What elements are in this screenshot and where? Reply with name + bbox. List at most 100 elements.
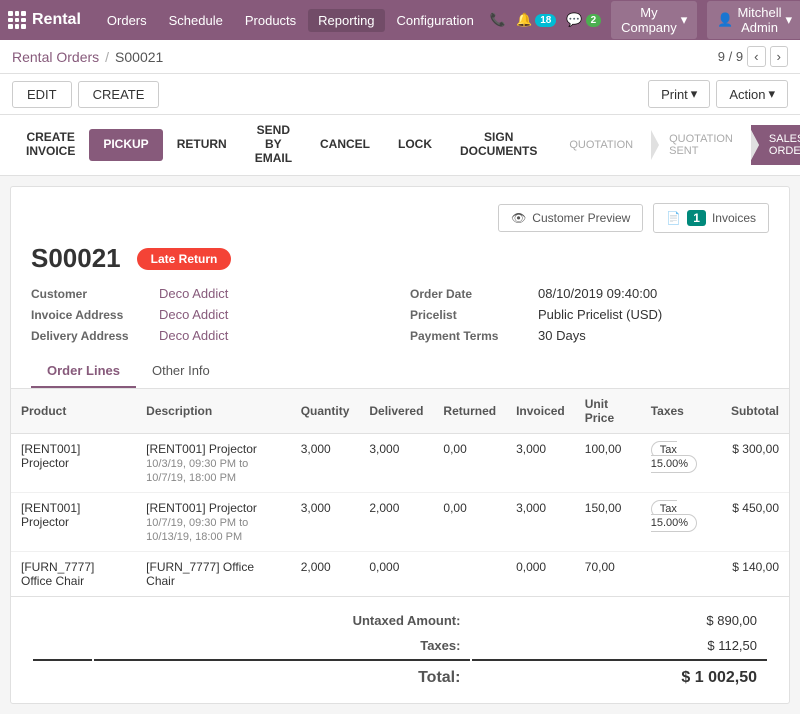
print-button[interactable]: Print ▾ [648,80,710,108]
create-button[interactable]: CREATE [78,81,160,108]
total-label: Total: [94,659,471,691]
quotation-sent-step-label: QUOTATION SENT [669,133,733,157]
company-selector[interactable]: My Company ▾ [611,1,697,39]
invoices-count: 1 [687,210,706,226]
totals-section: Untaxed Amount: $ 890,00 Taxes: $ 112,50… [11,596,789,703]
cell-subtotal: $ 140,00 [721,552,789,597]
pickup-button[interactable]: PICKUP [89,129,162,161]
next-page-button[interactable]: › [770,46,788,67]
late-return-badge: Late Return [137,248,232,270]
pricelist-label: Pricelist [410,308,530,322]
create-invoice-button[interactable]: CREATE INVOICE [12,122,89,168]
tax-badge: Tax 15.00% [651,441,697,473]
total-row: Total: $ 1 002,50 [33,659,767,691]
total-value: $ 1 002,50 [472,659,767,691]
notification-badge: 18 [535,14,556,27]
taxes-value: $ 112,50 [472,634,767,657]
payment-terms-value: 30 Days [538,328,586,343]
breadcrumb-separator: / [105,49,109,65]
cell-description: [RENT001] Projector10/7/19, 09:30 PM to … [136,493,291,552]
menu-orders[interactable]: Orders [97,9,157,32]
company-name: My Company [621,5,677,35]
col-invoiced: Invoiced [506,389,575,434]
chevron-down-icon: ▾ [691,86,698,102]
user-name: Mitchell Admin [737,5,781,35]
menu-reporting[interactable]: Reporting [308,9,384,32]
customer-value[interactable]: Deco Addict [159,286,228,301]
cell-subtotal: $ 300,00 [721,434,789,493]
customer-field: Customer Deco Addict [31,286,390,301]
order-date-label: Order Date [410,287,530,301]
phone-button[interactable]: 📞 [490,12,506,28]
untaxed-value: $ 890,00 [472,609,767,632]
cell-taxes: Tax 15.00% [641,493,721,552]
col-subtotal: Subtotal [721,389,789,434]
cell-product: [FURN_7777] Office Chair [11,552,136,597]
user-avatar-icon: 👤 [717,12,733,28]
top-navigation: Rental Orders Schedule Products Reportin… [0,0,800,40]
app-logo[interactable]: Rental [8,11,81,29]
workflow-steps: QUOTATION QUOTATION SENT SALES ORDER [551,125,800,165]
document-tabs: Order Lines Other Info [11,355,789,389]
messages-button[interactable]: 💬 2 [566,12,601,28]
invoice-address-value[interactable]: Deco Addict [159,307,228,322]
tab-other-info[interactable]: Other Info [136,355,226,388]
lock-button[interactable]: LOCK [384,129,446,161]
message-badge: 2 [586,14,602,27]
notifications-button[interactable]: 🔔 18 [516,12,556,28]
sign-documents-button[interactable]: SIGN DOCUMENTS [446,122,551,168]
main-menu: Orders Schedule Products Reporting Confi… [97,9,484,32]
chat-icon: 💬 [566,12,582,28]
edit-button[interactable]: EDIT [12,81,72,108]
customer-preview-button[interactable]: 👁 Customer Preview [498,204,643,232]
menu-schedule[interactable]: Schedule [159,9,233,32]
cell-invoiced: 3,000 [506,493,575,552]
table-row: [RENT001] Projector [RENT001] Projector1… [11,493,789,552]
page-navigation: 9 / 9 ‹ › [718,46,788,67]
previous-page-button[interactable]: ‹ [747,46,765,67]
action-bar: EDIT CREATE Print ▾ Action ▾ [0,74,800,115]
delivery-address-value[interactable]: Deco Addict [159,328,228,343]
cell-returned [433,552,506,597]
breadcrumb-current: S00021 [115,49,163,65]
cell-quantity: 3,000 [291,434,360,493]
invoices-button[interactable]: 📄 1 Invoices [653,203,769,233]
order-lines-table: Product Description Quantity Delivered R… [11,389,789,596]
invoices-label: Invoices [712,211,756,225]
cell-taxes: Tax 15.00% [641,434,721,493]
breadcrumb-right: 9 / 9 ‹ › [718,46,788,67]
user-menu[interactable]: 👤 Mitchell Admin ▾ [707,1,800,39]
tax-badge: Tax 15.00% [651,500,697,532]
cell-delivered: 2,000 [359,493,433,552]
order-date-value: 08/10/2019 09:40:00 [538,286,657,301]
return-button[interactable]: RETURN [163,129,241,161]
col-returned: Returned [433,389,506,434]
cell-unit-price: 100,00 [575,434,641,493]
cell-returned: 0,00 [433,434,506,493]
status-bar: CREATE INVOICE PICKUP RETURN SEND BY EMA… [0,115,800,176]
breadcrumb-bar: Rental Orders / S00021 9 / 9 ‹ › [0,40,800,74]
payment-terms-field: Payment Terms 30 Days [410,328,769,343]
invoice-address-label: Invoice Address [31,308,151,322]
tab-order-lines[interactable]: Order Lines [31,355,136,388]
cell-delivered: 3,000 [359,434,433,493]
cell-description: [RENT001] Projector10/3/19, 09:30 PM to … [136,434,291,493]
menu-configuration[interactable]: Configuration [387,9,484,32]
send-by-email-button[interactable]: SEND BY EMAIL [241,115,306,175]
cell-returned: 0,00 [433,493,506,552]
cancel-button[interactable]: CANCEL [306,129,384,161]
action-button[interactable]: Action ▾ [716,80,788,108]
nav-right: 📞 🔔 18 💬 2 My Company ▾ 👤 Mitchell Admin… [490,1,800,39]
delivery-address-field: Delivery Address Deco Addict [31,328,390,343]
col-product: Product [11,389,136,434]
quotation-step-label: QUOTATION [569,139,633,151]
cell-description: [FURN_7777] Office Chair [136,552,291,597]
app-name: Rental [32,11,81,29]
col-taxes: Taxes [641,389,721,434]
breadcrumb-parent[interactable]: Rental Orders [12,49,99,65]
col-delivered: Delivered [359,389,433,434]
eye-icon: 👁 [511,211,526,225]
menu-products[interactable]: Products [235,9,306,32]
page-indicator: 9 / 9 [718,49,743,64]
chevron-down-icon: ▾ [681,12,688,28]
